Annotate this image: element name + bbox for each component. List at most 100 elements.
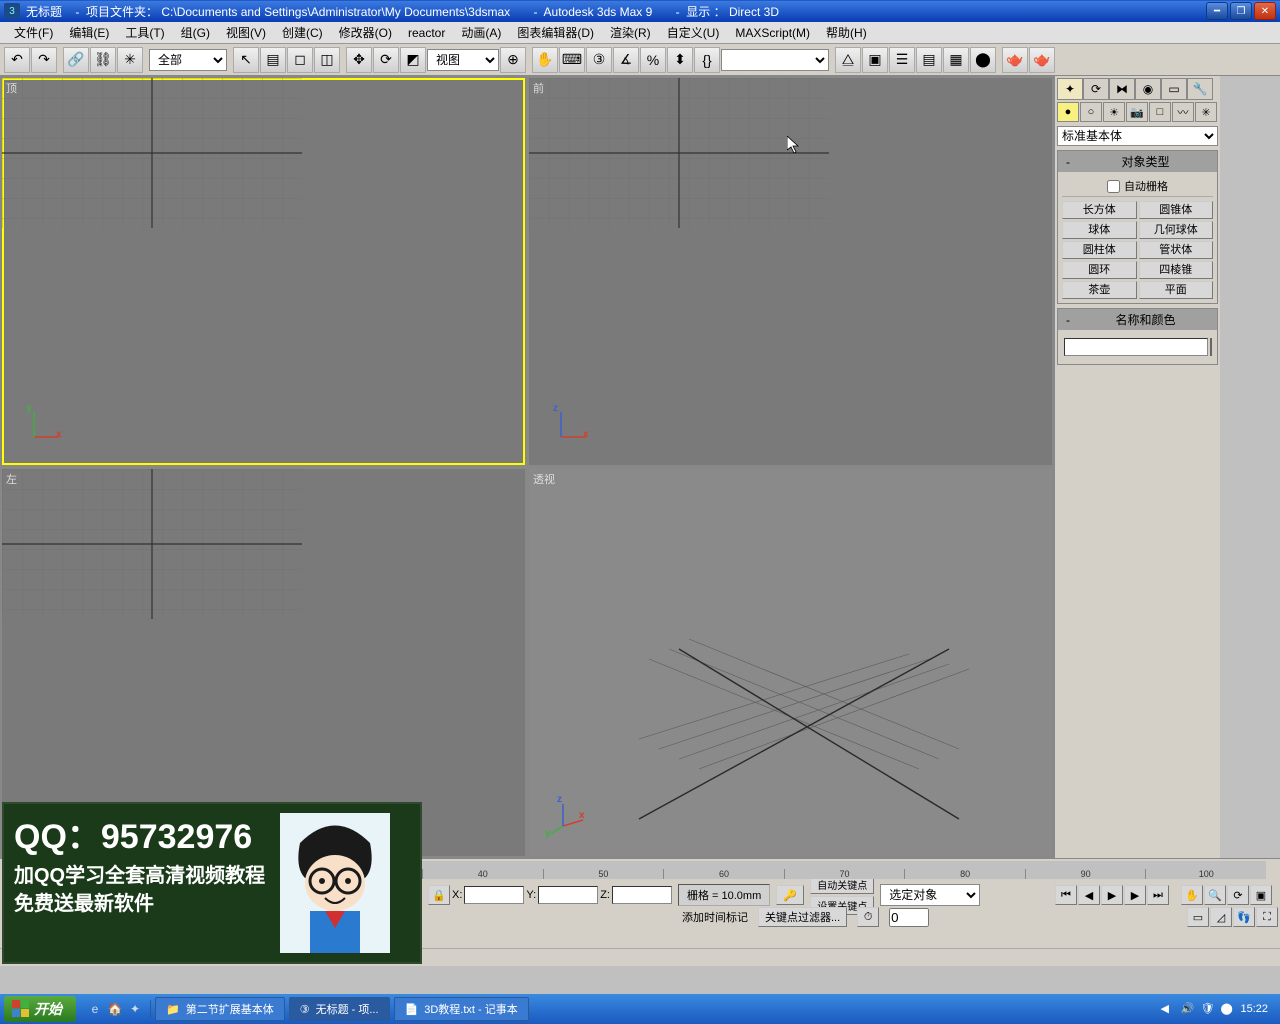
z-input[interactable] [612,886,672,904]
ql-desktop-icon[interactable]: 🏠 [106,1000,124,1018]
nav-orbit-button[interactable]: ⟳ [1227,885,1249,905]
tray-icon-2[interactable]: 🔊 [1180,1002,1194,1016]
schematic-view-button[interactable]: ▦ [943,47,969,73]
select-by-name-button[interactable]: ▤ [260,47,286,73]
menu-help[interactable]: 帮助(H) [818,21,875,44]
tray-icon-1[interactable]: ◀ [1160,1002,1174,1016]
rollout-header-name-color[interactable]: -名称和颜色 [1058,309,1217,330]
subtab-cameras[interactable]: 📷 [1126,102,1148,122]
redo-button[interactable]: ↷ [31,47,57,73]
close-button[interactable]: ✕ [1254,2,1276,20]
rotate-button[interactable]: ⟳ [373,47,399,73]
scale-button[interactable]: ◩ [400,47,426,73]
render-scene-button[interactable]: 🫖 [1002,47,1028,73]
tray-icon-3[interactable]: 🛡 [1200,1002,1214,1016]
time-ruler[interactable]: 40 50 60 70 80 90 100 [422,861,1266,879]
window-crossing-button[interactable]: ◫ [314,47,340,73]
menu-views[interactable]: 视图(V) [218,21,274,44]
nav-fov-button[interactable]: ◿ [1210,907,1232,927]
manipulate-button[interactable]: ✋ [532,47,558,73]
subtab-shapes[interactable]: ○ [1080,102,1102,122]
key-target-combo[interactable]: 选定对象 [880,884,980,906]
maximize-button[interactable]: ❐ [1230,2,1252,20]
tab-utilities[interactable]: 🔧 [1187,78,1213,100]
goto-end-button[interactable]: ⏭ [1147,885,1169,905]
category-dropdown[interactable]: 标准基本体 [1057,126,1218,146]
tab-motion[interactable]: ◉ [1135,78,1161,100]
spinner-snap-button[interactable]: ⬍ [667,47,693,73]
quick-render-button[interactable]: 🫖 [1029,47,1055,73]
viewport-front[interactable]: 前 xz [529,78,1052,465]
nav-zoom-button[interactable]: 🔍 [1204,885,1226,905]
menu-maxscript[interactable]: MAXScript(M) [727,23,818,43]
tray-clock[interactable]: 15:22 [1240,1003,1268,1015]
menu-animation[interactable]: 动画(A) [453,21,509,44]
angle-snap-button[interactable]: ∡ [613,47,639,73]
next-frame-button[interactable]: ▶ [1124,885,1146,905]
unlink-button[interactable]: ⛓ [90,47,116,73]
task-folder[interactable]: 📁 第二节扩展基本体 [155,997,285,1021]
subtab-helpers[interactable]: □ [1149,102,1171,122]
auto-grid-checkbox[interactable] [1107,180,1120,193]
btn-plane[interactable]: 平面 [1139,281,1214,299]
viewport-top[interactable]: 顶 xy [2,78,525,465]
ref-coord-combo[interactable]: 视图 [427,49,499,71]
link-button[interactable]: 🔗 [63,47,89,73]
curve-editor-button[interactable]: ▤ [916,47,942,73]
lock-selection-button[interactable]: 🔒 [428,885,450,905]
nav-min-max-button[interactable]: ⛶ [1256,907,1278,927]
material-editor-button[interactable]: ⬤ [970,47,996,73]
nav-walk-button[interactable]: 👣 [1233,907,1255,927]
percent-snap-button[interactable]: % [640,47,666,73]
menu-create[interactable]: 创建(C) [274,21,331,44]
add-time-tag[interactable]: 添加时间标记 [682,909,748,925]
select-region-button[interactable]: ◻ [287,47,313,73]
tab-modify[interactable]: ⟳ [1083,78,1109,100]
align-button[interactable]: ▣ [862,47,888,73]
nav-max-button[interactable]: ▣ [1250,885,1272,905]
menu-modifiers[interactable]: 修改器(O) [331,21,400,44]
subtab-systems[interactable]: ✳ [1195,102,1217,122]
rollout-header-object-type[interactable]: -对象类型 [1058,151,1217,172]
menu-customize[interactable]: 自定义(U) [659,21,728,44]
viewport-left[interactable]: 左 [2,469,525,856]
btn-box[interactable]: 长方体 [1062,201,1137,219]
nav-pan-button[interactable]: ✋ [1181,885,1203,905]
tray-icon-4[interactable]: ⬤ [1220,1002,1234,1016]
key-filter-button[interactable]: 关键点过滤器... [758,907,847,927]
named-selection-button[interactable]: {} [694,47,720,73]
pivot-center-button[interactable]: ⊕ [500,47,526,73]
btn-cylinder[interactable]: 圆柱体 [1062,241,1137,259]
menu-tools[interactable]: 工具(T) [117,21,172,44]
frame-input[interactable] [889,908,929,927]
time-config-button[interactable]: ⏱ [857,907,879,927]
menu-file[interactable]: 文件(F) [6,21,61,44]
selection-filter-combo[interactable]: 全部 [149,49,227,71]
menu-reactor[interactable]: reactor [400,23,453,43]
goto-start-button[interactable]: ⏮ [1055,885,1077,905]
undo-button[interactable]: ↶ [4,47,30,73]
tab-hierarchy[interactable]: ⧓ [1109,78,1135,100]
start-button[interactable]: 开始 [4,996,76,1022]
ql-ie-icon[interactable]: e [86,1000,104,1018]
y-input[interactable] [538,886,598,904]
tab-display[interactable]: ▭ [1161,78,1187,100]
bind-spacewarp-button[interactable]: ✳ [117,47,143,73]
layer-manager-button[interactable]: ☰ [889,47,915,73]
menu-edit[interactable]: 编辑(E) [61,21,117,44]
x-input[interactable] [464,886,524,904]
btn-cone[interactable]: 圆锥体 [1139,201,1214,219]
menu-graph[interactable]: 图表编辑器(D) [509,21,602,44]
play-button[interactable]: ▶ [1101,885,1123,905]
btn-tube[interactable]: 管状体 [1139,241,1214,259]
btn-sphere[interactable]: 球体 [1062,221,1137,239]
btn-torus[interactable]: 圆环 [1062,261,1137,279]
move-button[interactable]: ✥ [346,47,372,73]
minimize-button[interactable]: ━ [1206,2,1228,20]
btn-geosphere[interactable]: 几何球体 [1139,221,1214,239]
task-3dsmax[interactable]: ③ 无标题 - 项... [289,997,390,1021]
subtab-geometry[interactable]: ● [1057,102,1079,122]
key-mode-button[interactable]: 🔑 [776,885,804,905]
prev-frame-button[interactable]: ◀ [1078,885,1100,905]
object-name-input[interactable] [1064,338,1208,356]
